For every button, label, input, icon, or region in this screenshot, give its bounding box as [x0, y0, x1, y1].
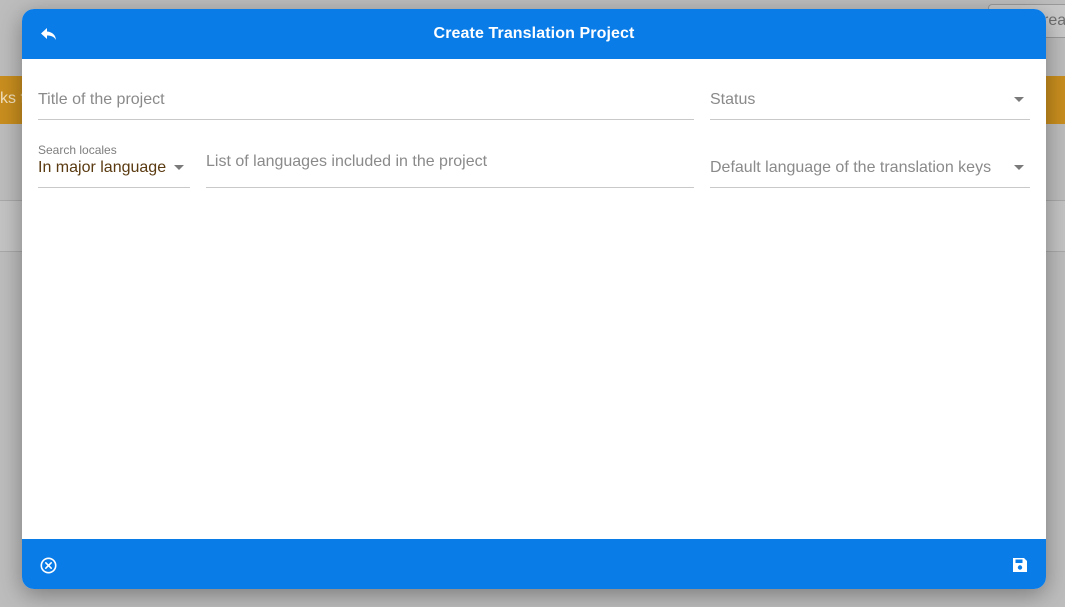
locale-search-select[interactable]: Search locales In major language [38, 143, 190, 188]
languages-input[interactable] [206, 153, 694, 171]
status-select[interactable]: Status [710, 75, 1030, 120]
cancel-button[interactable] [38, 555, 58, 575]
project-title-input[interactable] [38, 91, 694, 109]
locale-search-label: Search locales [38, 143, 117, 157]
status-select-label: Status [710, 91, 756, 108]
languages-field[interactable] [206, 143, 694, 188]
default-language-select[interactable]: Default language of the translation keys [710, 143, 1030, 188]
cancel-circle-icon [40, 557, 56, 573]
dialog-title: Create Translation Project [433, 25, 635, 42]
locale-search-value: In major language [38, 159, 167, 176]
chevron-down-icon [174, 165, 184, 170]
dialog-footer [22, 539, 1046, 589]
dialog-header: Create Translation Project [22, 9, 1046, 59]
save-button[interactable] [1010, 555, 1030, 575]
chevron-down-icon [1014, 97, 1024, 102]
project-title-field[interactable] [38, 75, 694, 120]
floppy-disk-icon [1013, 558, 1027, 572]
chevron-down-icon [1014, 165, 1024, 170]
default-language-label: Default language of the translation keys [710, 159, 992, 176]
create-project-dialog: Create Translation Project Status Search… [22, 9, 1046, 589]
